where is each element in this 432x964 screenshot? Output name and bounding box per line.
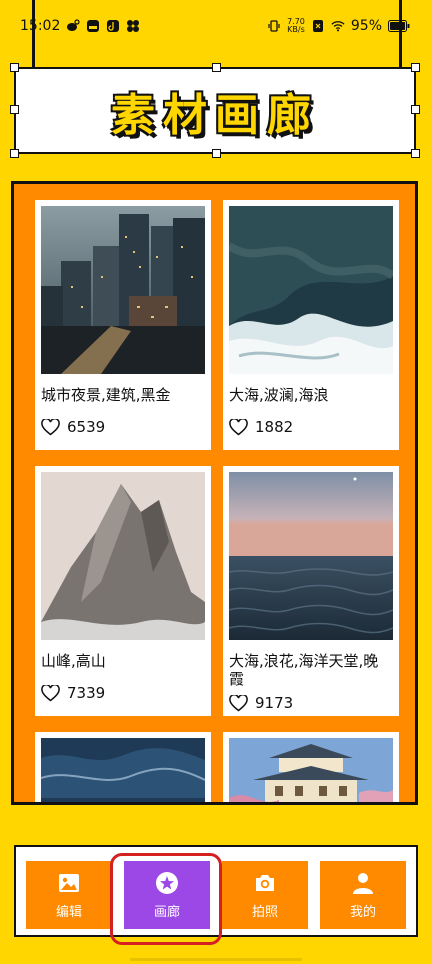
nav-profile-button[interactable]: 我的	[320, 861, 406, 929]
card-title: 大海,浪花,海洋天堂,晚霞	[229, 652, 379, 688]
home-indicator[interactable]	[130, 958, 302, 961]
resize-handle	[212, 63, 221, 72]
card-likes[interactable]: 6539	[41, 418, 205, 436]
nav-label: 编辑	[55, 904, 82, 920]
status-left: 15:02	[20, 18, 140, 34]
status-time: 15:02	[20, 18, 61, 34]
flower-icon	[126, 19, 140, 33]
card-image-mountain[interactable]	[41, 472, 205, 640]
gallery-card[interactable]: 山峰,高山 7339	[35, 466, 211, 716]
resize-handle	[411, 105, 420, 114]
gallery-card[interactable]: 大海,波澜,海浪 1882	[223, 200, 399, 450]
like-count: 9173	[255, 694, 294, 712]
gallery-card[interactable]: 城市夜景,建筑,黑金 6539	[35, 200, 211, 450]
like-count: 6539	[67, 418, 106, 436]
card-title: 大海,波澜,海浪	[229, 386, 329, 404]
image-icon	[59, 873, 79, 892]
page-title: 素材画廊	[111, 89, 319, 141]
gallery-card[interactable]	[223, 732, 399, 802]
resize-handle	[411, 63, 420, 72]
heart-icon[interactable]	[41, 418, 60, 436]
weibo-icon	[66, 19, 80, 33]
nav-camera-button[interactable]: 拍照	[222, 861, 308, 929]
heart-icon[interactable]	[229, 418, 248, 436]
vibrate-icon	[267, 19, 281, 33]
wifi-icon	[331, 19, 345, 33]
battery-percent: 95%	[350, 18, 382, 34]
card-image-castle[interactable]	[229, 738, 393, 802]
card-title: 城市夜景,建筑,黑金	[41, 386, 171, 404]
resize-handle	[10, 105, 19, 114]
title-banner: 素材画廊	[10, 63, 420, 158]
active-highlight-ring	[110, 853, 222, 945]
nav-edit-button[interactable]: 编辑	[26, 861, 112, 929]
app-icon	[86, 19, 100, 33]
nav-label: 我的	[349, 904, 376, 920]
card-likes[interactable]: 1882	[229, 418, 393, 436]
heart-icon[interactable]	[229, 694, 248, 712]
card-image-dusk-sea[interactable]	[229, 472, 393, 640]
gallery-card[interactable]: 大海,浪花,海洋天堂,晚霞 9173	[223, 466, 399, 716]
resize-handle	[10, 149, 19, 158]
card-likes[interactable]: 9173	[229, 694, 393, 712]
like-count: 7339	[67, 684, 106, 702]
person-icon	[353, 872, 373, 894]
card-title: 山峰,高山	[41, 652, 106, 670]
network-speed-unit: KB/s	[287, 25, 305, 34]
like-count: 1882	[255, 418, 294, 436]
gallery-card[interactable]	[35, 732, 211, 802]
network-speed: 7.70 KB/s	[287, 18, 305, 34]
status-bar: 15:02 7.70 KB/s 95%	[0, 0, 432, 52]
resize-handle	[411, 149, 420, 158]
resize-handle	[10, 63, 19, 72]
resize-handle	[212, 149, 221, 158]
sim-icon	[311, 19, 325, 33]
camera-icon	[256, 874, 274, 891]
heart-icon[interactable]	[41, 684, 60, 702]
card-image-waves[interactable]	[41, 738, 205, 802]
card-image-ocean[interactable]	[229, 206, 393, 374]
tiktok-icon	[106, 19, 120, 33]
card-image-city[interactable]	[41, 206, 205, 374]
nav-label: 拍照	[251, 904, 278, 920]
card-likes[interactable]: 7339	[41, 684, 205, 702]
gallery-frame[interactable]: 城市夜景,建筑,黑金 6539 大海,波澜,海浪 1882 山峰,高山 7339…	[11, 181, 418, 805]
status-right: 7.70 KB/s 95%	[267, 18, 410, 34]
